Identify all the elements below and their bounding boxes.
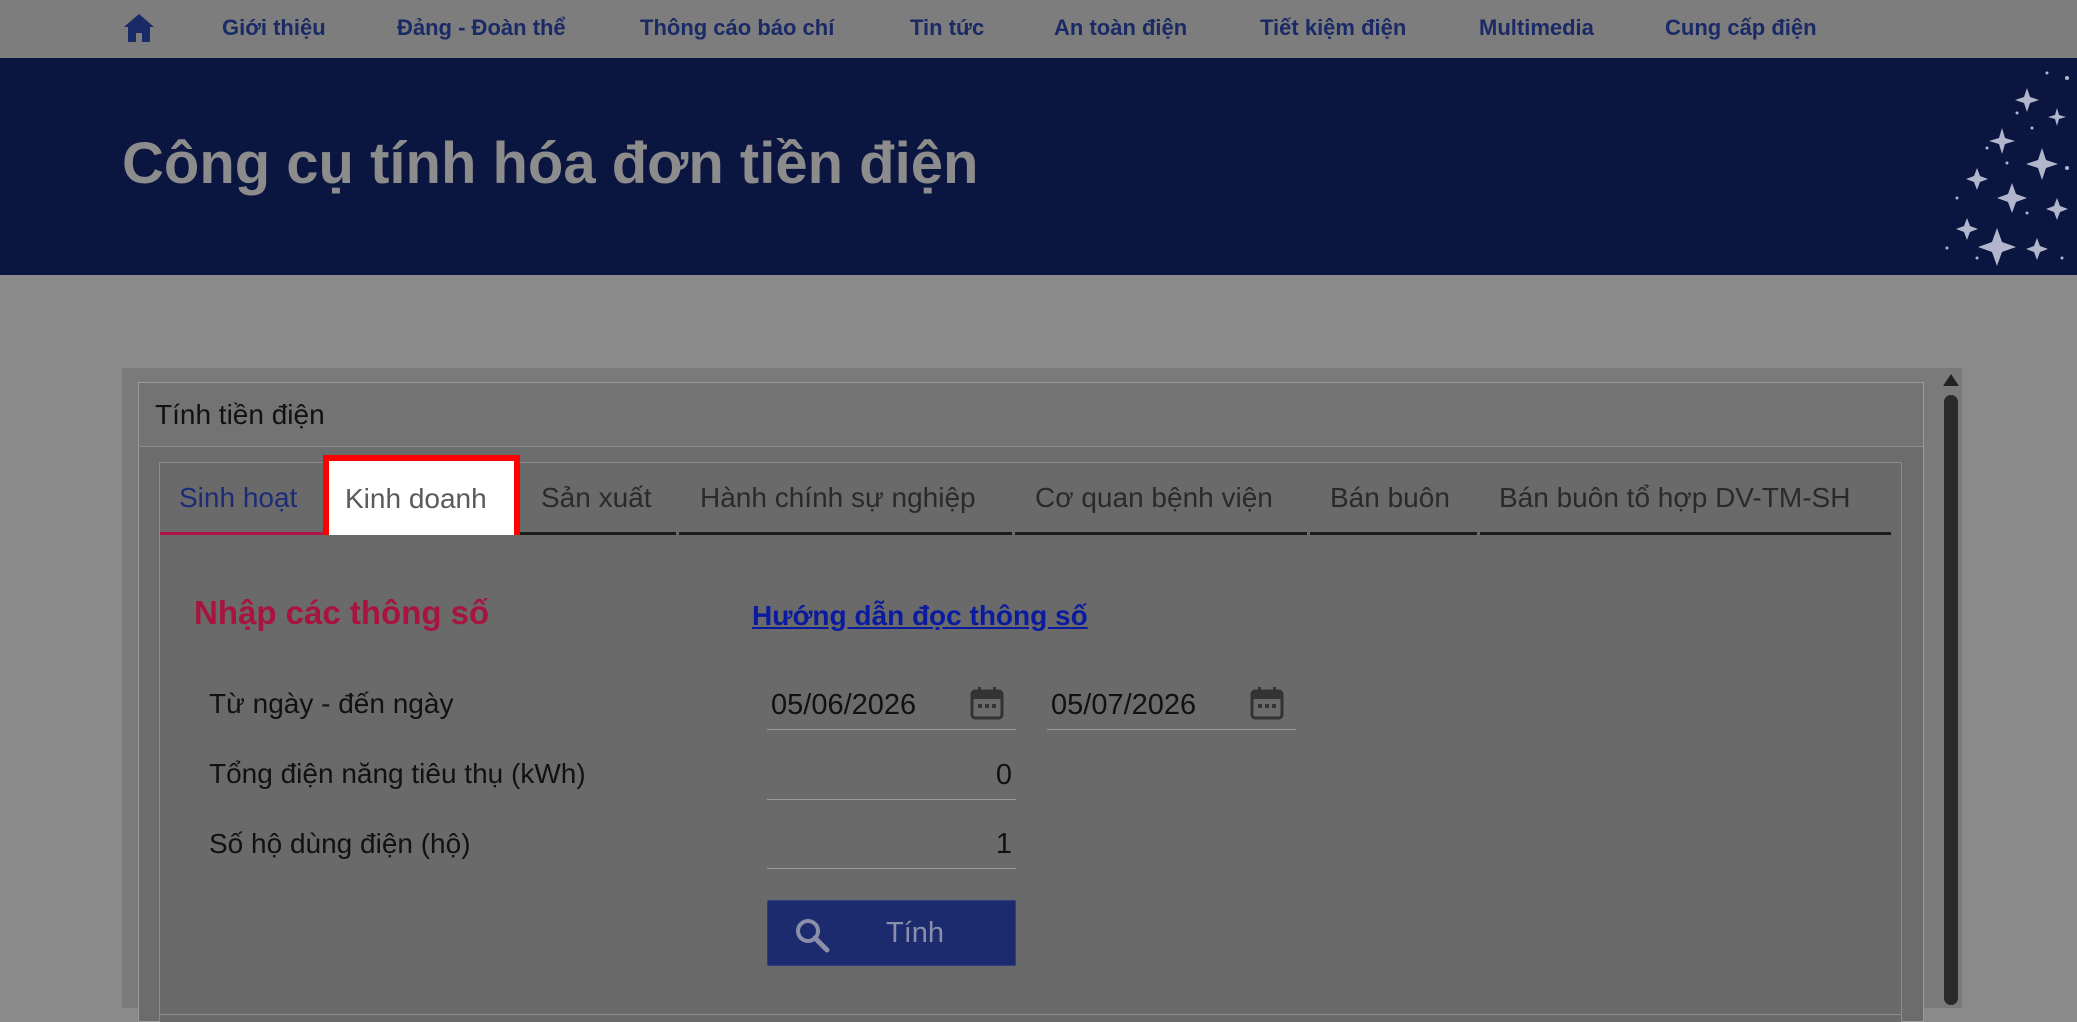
to-date-field[interactable] <box>1047 682 1296 730</box>
tab-ban-buon-to-hop[interactable]: Bán buôn tổ hợp DV-TM-SH <box>1480 475 1891 535</box>
households-field[interactable] <box>767 821 1016 869</box>
households-input[interactable] <box>767 821 1016 867</box>
nav-item-multimedia[interactable]: Multimedia <box>1479 15 1594 41</box>
nav-item-dang-doan-the[interactable]: Đảng - Đoàn thể <box>397 15 566 41</box>
calculate-button-label: Tính <box>886 917 945 949</box>
calendar-icon[interactable] <box>1250 686 1284 720</box>
panel-header: Tính tiền điện <box>139 383 1923 447</box>
households-label: Số hộ dùng điện (hộ) <box>209 828 471 859</box>
tab-co-quan-benh-vien[interactable]: Cơ quan bệnh viện <box>1015 475 1307 535</box>
page-banner: Công cụ tính hóa đơn tiền điện <box>0 58 2077 275</box>
consumption-label: Tổng điện năng tiêu thụ (kWh) <box>209 758 586 789</box>
stars-decoration-icon <box>1945 71 2069 266</box>
home-icon[interactable] <box>122 12 156 44</box>
calendar-icon[interactable] <box>970 686 1004 720</box>
guide-link[interactable]: Hướng dẫn đọc thông số <box>752 600 1088 632</box>
nav-item-an-toan-dien[interactable]: An toàn điện <box>1054 15 1187 41</box>
nav-item-tiet-kiem-dien[interactable]: Tiết kiệm điện <box>1260 15 1406 41</box>
nav-item-gioi-thieu[interactable]: Giới thiệu <box>222 15 326 41</box>
scroll-up-arrow-icon[interactable] <box>1943 374 1959 386</box>
tab-kinh-doanh[interactable]: Kinh doanh <box>323 455 520 541</box>
top-navigation: Giới thiệu Đảng - Đoàn thể Thông cáo báo… <box>0 0 2077 58</box>
scrollbar-thumb[interactable] <box>1944 395 1958 1005</box>
consumption-field[interactable] <box>767 752 1016 800</box>
page-title: Công cụ tính hóa đơn tiền điện <box>122 131 979 196</box>
panel-title: Tính tiền điện <box>155 399 325 430</box>
tab-san-xuat[interactable]: Sản xuất <box>513 475 676 535</box>
nav-item-thong-cao-bao-chi[interactable]: Thông cáo báo chí <box>640 15 834 41</box>
tab-hanh-chinh-su-nghiep[interactable]: Hành chính sự nghiệp <box>679 475 1012 535</box>
search-icon <box>796 919 830 953</box>
calculate-button[interactable]: Tính <box>767 900 1016 966</box>
tab-sinh-hoat[interactable]: Sinh hoạt <box>160 475 324 535</box>
consumption-input[interactable] <box>767 752 1016 798</box>
date-range-label: Từ ngày - đến ngày <box>209 688 454 719</box>
section-title: Nhập các thông số <box>194 594 490 631</box>
tab-ban-buon[interactable]: Bán buôn <box>1310 475 1477 535</box>
from-date-field[interactable] <box>767 682 1016 730</box>
nav-item-cung-cap-dien[interactable]: Cung cấp điện <box>1665 15 1817 41</box>
nav-item-tin-tuc[interactable]: Tin tức <box>910 15 984 41</box>
